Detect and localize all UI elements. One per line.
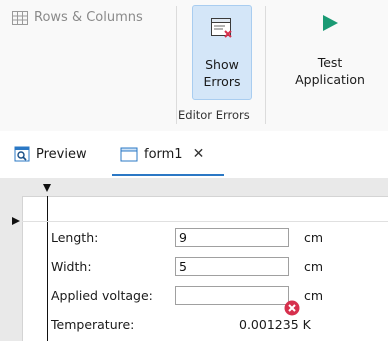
tab-preview[interactable]: Preview xyxy=(14,146,87,162)
active-tab-indicator xyxy=(112,174,224,176)
tab-form1[interactable]: form1 ✕ xyxy=(120,146,204,162)
length-input[interactable] xyxy=(175,228,289,247)
test-application-label-line2: Application xyxy=(295,72,365,87)
show-errors-button[interactable]: Show Errors xyxy=(192,5,252,100)
editor-errors-group-label: Editor Errors xyxy=(178,108,250,122)
ribbon-toolbar: Rows & Columns Show Errors Editor Errors… xyxy=(0,0,388,132)
play-icon xyxy=(323,15,338,31)
vertical-guide-line xyxy=(47,196,48,341)
grid-icon xyxy=(12,10,28,25)
width-unit: cm xyxy=(304,259,324,274)
preview-icon xyxy=(14,146,30,162)
applied-voltage-input[interactable] xyxy=(175,286,289,305)
row-marker-icon[interactable] xyxy=(12,217,20,225)
form-editor-canvas[interactable]: Length: cm Width: cm Applied voltage: cm… xyxy=(0,178,388,341)
rows-columns-label: Rows & Columns xyxy=(34,10,143,25)
form-icon xyxy=(120,147,138,162)
rows-columns-button[interactable]: Rows & Columns xyxy=(12,10,143,25)
applied-voltage-unit: cm xyxy=(304,288,324,303)
editor-tabs: Preview form1 ✕ xyxy=(0,131,388,178)
width-input[interactable] xyxy=(175,257,289,276)
applied-voltage-label: Applied voltage: xyxy=(51,288,153,303)
show-errors-label-line2: Errors xyxy=(203,74,241,89)
test-application-label-line1: Test xyxy=(317,55,343,70)
width-label: Width: xyxy=(51,259,92,274)
tab-preview-label: Preview xyxy=(36,146,87,162)
error-icon[interactable] xyxy=(284,300,300,316)
show-errors-label-line1: Show xyxy=(205,57,239,72)
test-application-button[interactable]: Test Application xyxy=(285,10,375,87)
show-errors-icon xyxy=(211,18,232,38)
top-ruler xyxy=(0,178,388,197)
column-marker-icon[interactable] xyxy=(43,184,51,192)
length-unit: cm xyxy=(304,230,324,245)
temperature-label: Temperature: xyxy=(51,317,135,332)
tab-form1-label: form1 xyxy=(144,146,183,162)
temperature-readout: 0.001235 K xyxy=(239,317,311,332)
ribbon-separator xyxy=(176,6,177,124)
horizontal-guide-line xyxy=(22,221,388,222)
ribbon-separator xyxy=(265,6,266,124)
close-icon[interactable]: ✕ xyxy=(193,146,205,162)
length-label: Length: xyxy=(51,230,99,245)
